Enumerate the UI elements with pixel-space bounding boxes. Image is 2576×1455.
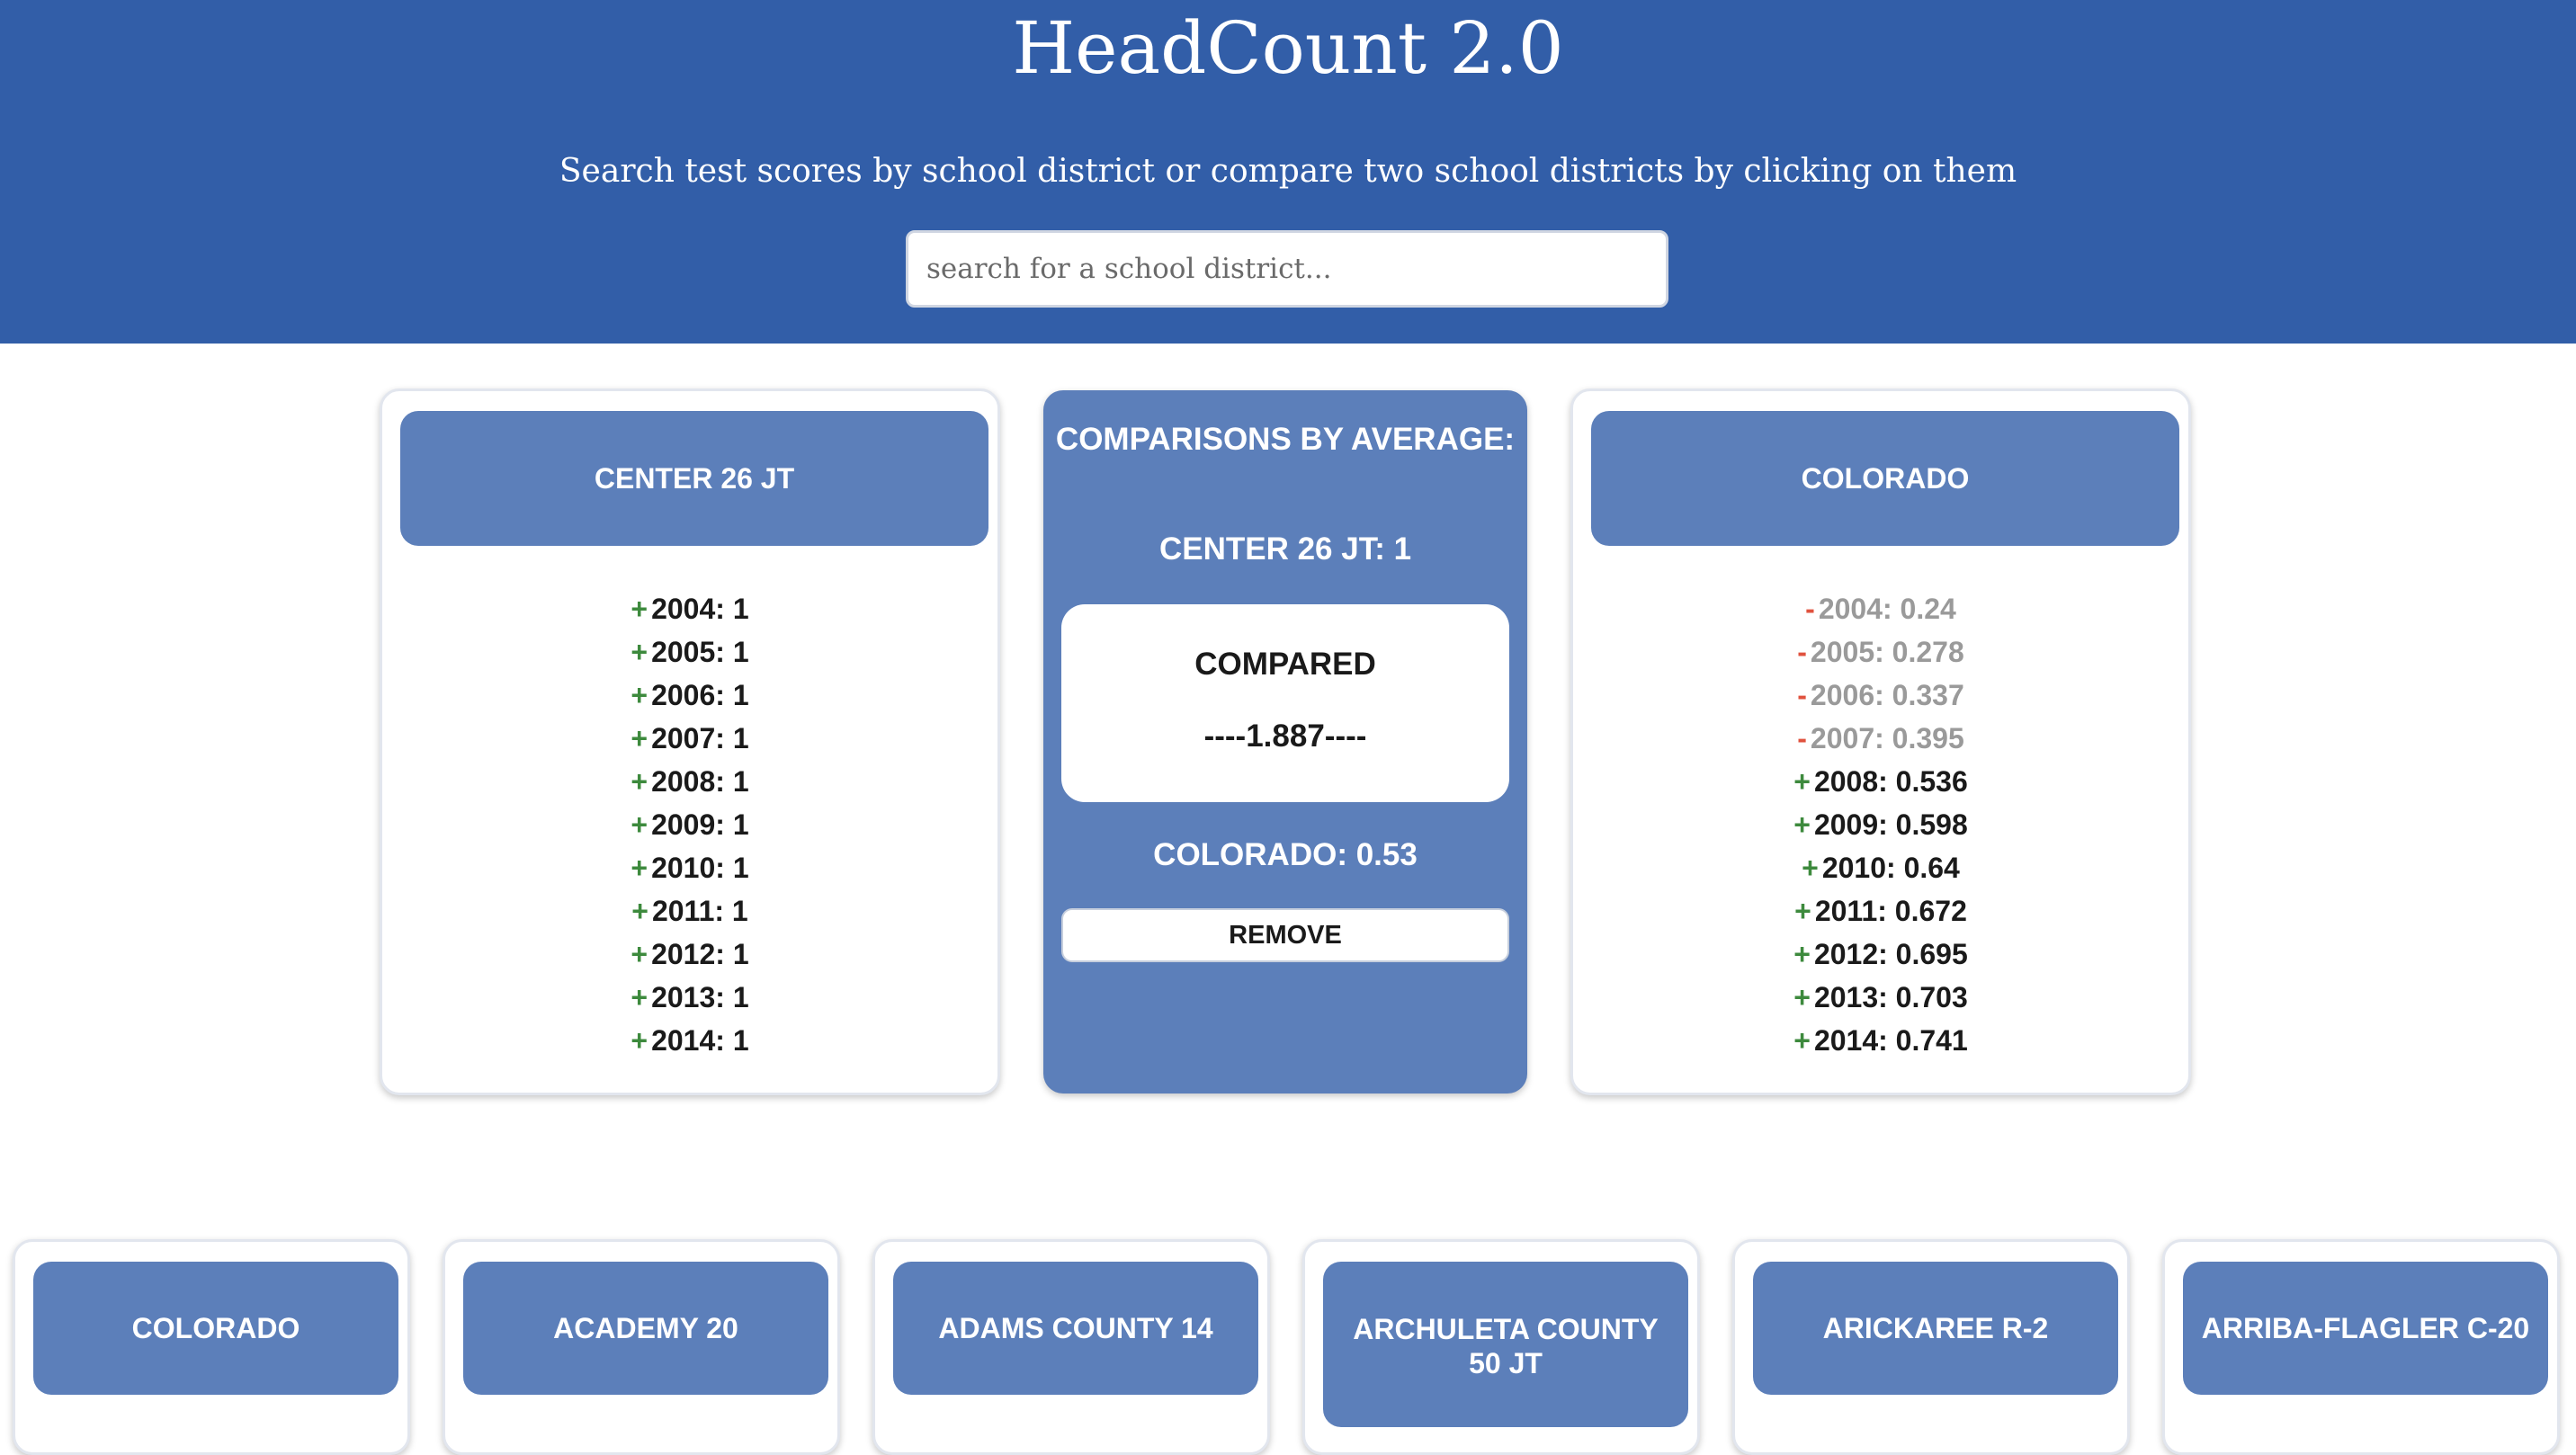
- year-score-item: +2009: 0.598: [1573, 803, 2188, 846]
- year-score-item: +2010: 1: [382, 846, 997, 889]
- year-score-item: -2006: 0.337: [1573, 674, 2188, 717]
- comparison-title: COMPARISONS BY AVERAGE:: [1055, 422, 1516, 457]
- year-score-item: +2006: 1: [382, 674, 997, 717]
- year-score-text: 2007: 1: [651, 722, 749, 754]
- year-score-item: +2012: 0.695: [1573, 933, 2188, 976]
- app-subtitle: Search test scores by school district or…: [559, 153, 2017, 190]
- plus-icon: +: [1794, 895, 1811, 927]
- year-score-item: -2004: 0.24: [1573, 587, 2188, 630]
- minus-icon: -: [1797, 636, 1807, 668]
- compared-box: COMPARED ----1.887----: [1061, 604, 1509, 802]
- district-card-title: COLORADO: [33, 1262, 398, 1395]
- year-score-item: +2012: 1: [382, 933, 997, 976]
- district-name: COLORADO: [1801, 462, 1970, 495]
- plus-icon: +: [1793, 808, 1811, 841]
- year-score-text: 2011: 0.672: [1814, 895, 1967, 927]
- year-score-item: +2014: 1: [382, 1019, 997, 1062]
- year-score-item: +2013: 1: [382, 976, 997, 1019]
- year-score-text: 2010: 1: [651, 852, 749, 884]
- year-score-text: 2006: 1: [651, 679, 749, 711]
- year-score-item: +2005: 1: [382, 630, 997, 674]
- plus-icon: +: [631, 1024, 648, 1057]
- district-card-title: ARRIBA-FLAGLER C-20: [2183, 1262, 2548, 1395]
- plus-icon: +: [1802, 852, 1819, 884]
- year-score-item: +2009: 1: [382, 803, 997, 846]
- minus-icon: -: [1797, 722, 1807, 754]
- year-score-text: 2014: 1: [651, 1024, 749, 1057]
- year-score-text: 2008: 0.536: [1813, 765, 1968, 798]
- minus-icon: -: [1805, 593, 1815, 625]
- year-score-text: 2011: 1: [651, 895, 748, 927]
- district-card-title: ACADEMY 20: [463, 1262, 828, 1395]
- year-score-list: -2004: 0.24-2005: 0.278-2006: 0.337-2007…: [1573, 587, 2188, 1062]
- app-title: HeadCount 2.0: [1012, 6, 1564, 90]
- selected-district-card-right[interactable]: COLORADO -2004: 0.24-2005: 0.278-2006: 0…: [1570, 388, 2191, 1095]
- comparison-card: COMPARISONS BY AVERAGE: CENTER 26 JT: 1 …: [1043, 390, 1527, 1093]
- plus-icon: +: [631, 852, 648, 884]
- district-card-title: ADAMS COUNTY 14: [893, 1262, 1258, 1395]
- district-card[interactable]: ARCHULETA COUNTY 50 JT: [1302, 1239, 1700, 1455]
- year-score-item: +2014: 0.741: [1573, 1019, 2188, 1062]
- year-score-item: -2007: 0.395: [1573, 717, 2188, 760]
- search-input[interactable]: [906, 230, 1668, 308]
- year-score-text: 2005: 0.278: [1810, 636, 1964, 668]
- year-score-text: 2012: 0.695: [1813, 938, 1968, 970]
- district-name-header: CENTER 26 JT: [400, 411, 988, 546]
- year-score-item: +2004: 1: [382, 587, 997, 630]
- compared-label: COMPARED: [1194, 647, 1376, 682]
- district-card[interactable]: ACADEMY 20: [443, 1239, 840, 1455]
- selected-district-card-left[interactable]: CENTER 26 JT +2004: 1 +2005: 1 +2006: 1 +20…: [380, 388, 1000, 1095]
- plus-icon: +: [631, 808, 648, 841]
- minus-icon: -: [1797, 679, 1807, 711]
- district-card-title: ARCHULETA COUNTY 50 JT: [1323, 1262, 1688, 1427]
- district-a-average: CENTER 26 JT: 1: [1158, 531, 1412, 567]
- plus-icon: +: [631, 981, 648, 1013]
- year-score-item: +2007: 1: [382, 717, 997, 760]
- year-score-text: 2013: 1: [651, 981, 749, 1013]
- year-score-item: +2010: 0.64: [1573, 846, 2188, 889]
- year-score-text: 2004: 0.24: [1818, 593, 1956, 625]
- year-score-item: -2005: 0.278: [1573, 630, 2188, 674]
- plus-icon: +: [1793, 981, 1811, 1013]
- plus-icon: +: [631, 636, 648, 668]
- remove-button[interactable]: REMOVE: [1061, 908, 1509, 962]
- year-score-text: 2013: 0.703: [1813, 981, 1968, 1013]
- district-b-average: COLORADO: 0.53: [1153, 837, 1418, 872]
- year-score-text: 2007: 0.395: [1810, 722, 1964, 754]
- year-score-text: 2006: 0.337: [1810, 679, 1964, 711]
- year-score-text: 2008: 1: [651, 765, 749, 798]
- district-card[interactable]: ARICKAREE R-2: [1732, 1239, 2130, 1455]
- plus-icon: +: [1793, 1024, 1811, 1057]
- district-card-title: ARICKAREE R-2: [1753, 1262, 2118, 1395]
- plus-icon: +: [631, 895, 648, 927]
- plus-icon: +: [631, 679, 648, 711]
- year-score-text: 2012: 1: [651, 938, 749, 970]
- plus-icon: +: [1793, 938, 1811, 970]
- year-score-item: +2013: 0.703: [1573, 976, 2188, 1019]
- year-score-item: +2008: 1: [382, 760, 997, 803]
- compared-value: ----1.887----: [1203, 719, 1367, 754]
- plus-icon: +: [631, 765, 648, 798]
- plus-icon: +: [1793, 765, 1811, 798]
- district-card[interactable]: ARRIBA-FLAGLER C-20: [2162, 1239, 2560, 1455]
- year-score-item: +2008: 0.536: [1573, 760, 2188, 803]
- year-score-item: +2011: 0.672: [1573, 889, 2188, 933]
- year-score-text: 2010: 0.64: [1821, 852, 1960, 884]
- district-card[interactable]: ADAMS COUNTY 14: [872, 1239, 1270, 1455]
- year-score-item: +2011: 1: [382, 889, 997, 933]
- district-name: CENTER 26 JT: [594, 462, 795, 495]
- year-score-text: 2014: 0.741: [1813, 1024, 1968, 1057]
- district-card[interactable]: COLORADO: [13, 1239, 410, 1455]
- plus-icon: +: [631, 938, 648, 970]
- district-name-header: COLORADO: [1591, 411, 2179, 546]
- plus-icon: +: [631, 722, 648, 754]
- year-score-text: 2005: 1: [651, 636, 749, 668]
- plus-icon: +: [631, 593, 648, 625]
- year-score-list: +2004: 1 +2005: 1 +2006: 1 +2007: 1 +2008: 1…: [382, 587, 997, 1062]
- year-score-text: 2009: 0.598: [1813, 808, 1968, 841]
- year-score-text: 2009: 1: [651, 808, 749, 841]
- year-score-text: 2004: 1: [651, 593, 749, 625]
- app-header: HeadCount 2.0 Search test scores by scho…: [0, 0, 2576, 344]
